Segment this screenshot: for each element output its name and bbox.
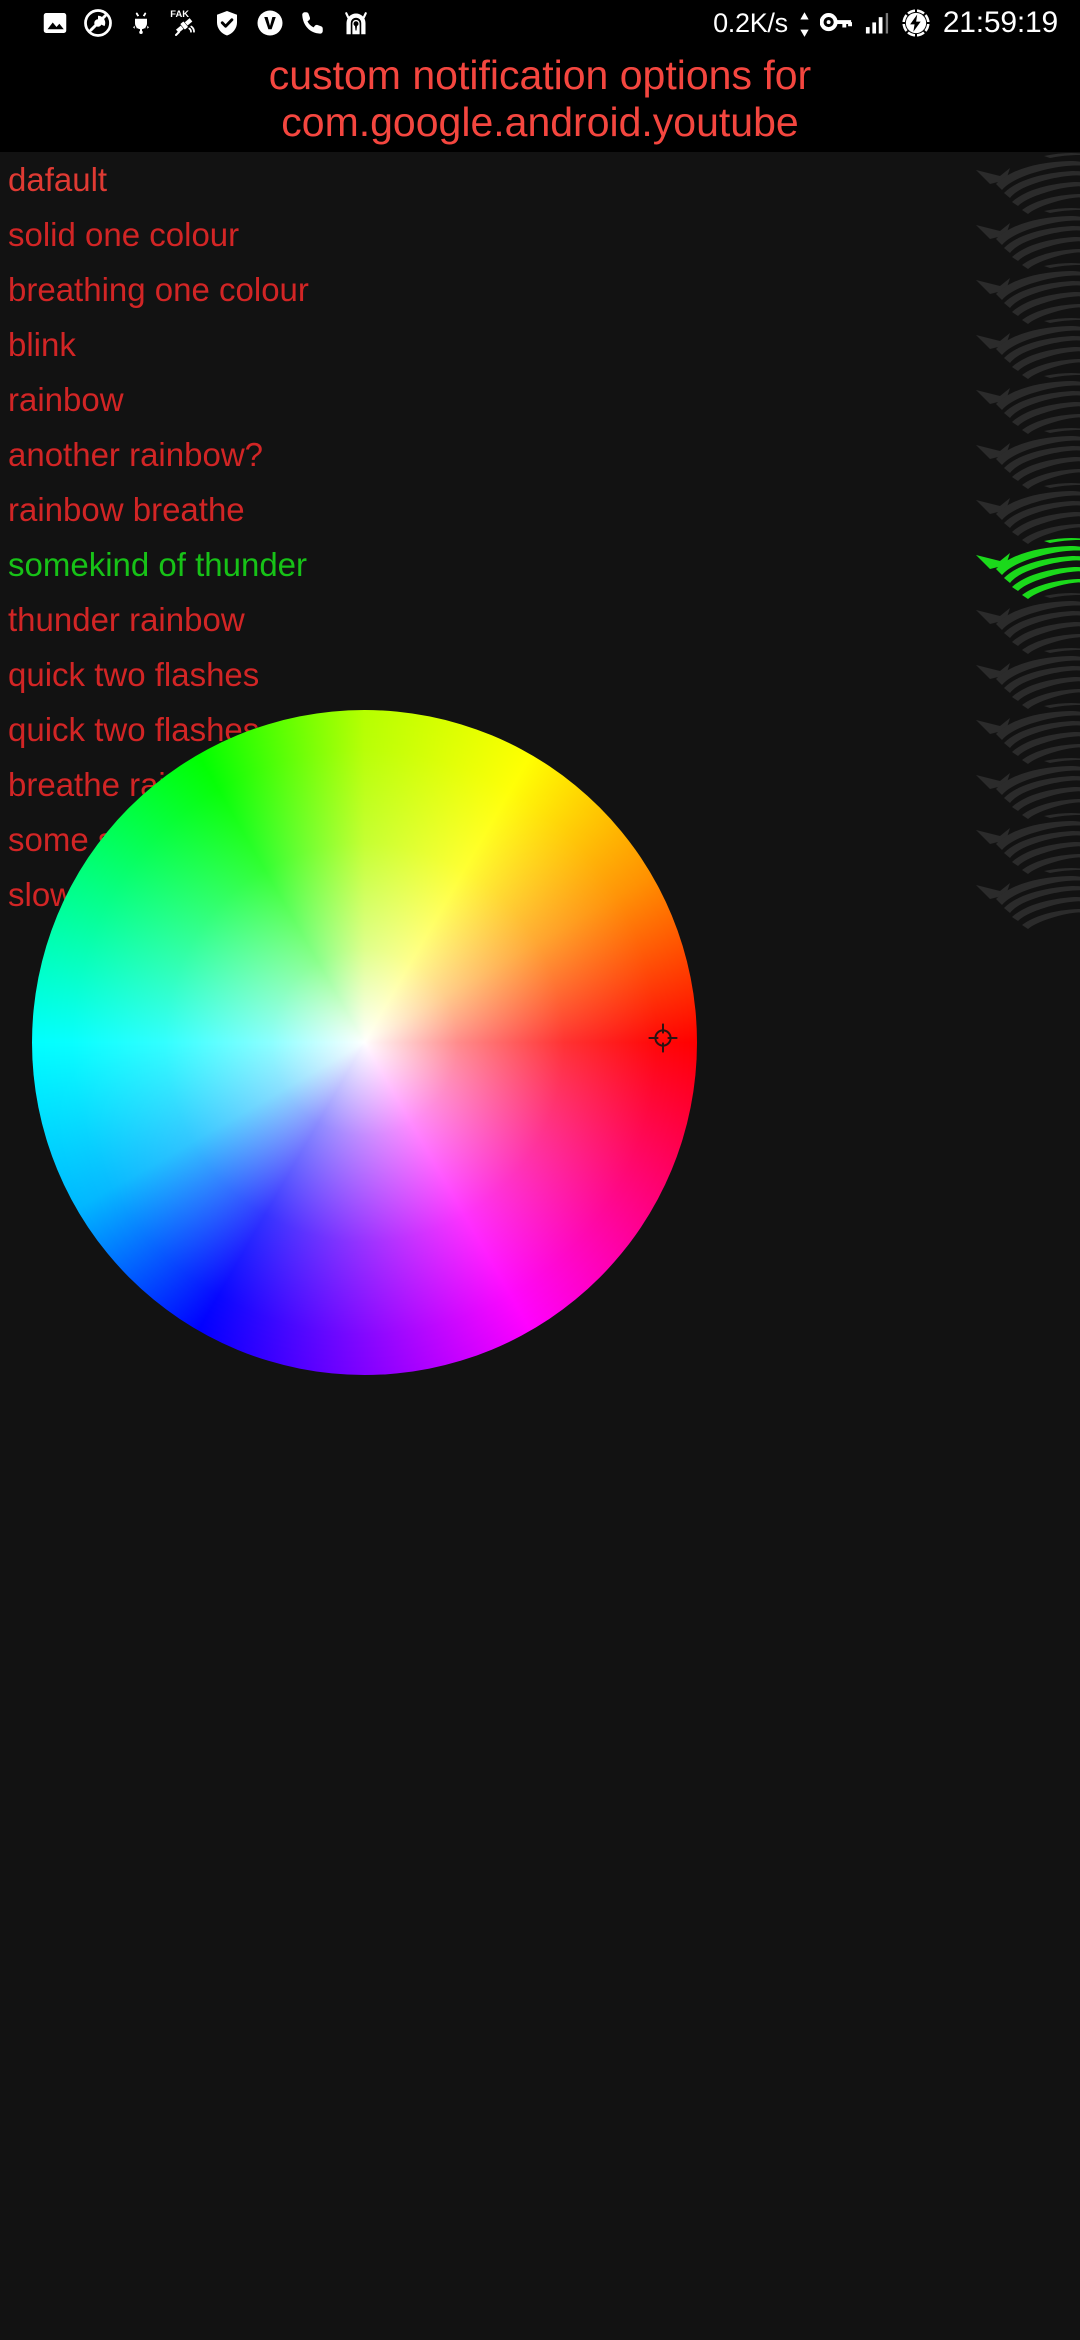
page-title-line-1: custom notification options for [268, 52, 812, 98]
rog-eye-logo [966, 250, 1080, 332]
option-item[interactable]: rainbow [0, 372, 900, 427]
color-picker-crosshair[interactable] [646, 1021, 680, 1055]
status-bar: FAK 0.2K/s 21:59:19 [0, 0, 1080, 46]
photo-icon [40, 8, 70, 38]
rog-eye-logo [966, 415, 1080, 497]
color-picker-area [0, 710, 1080, 1410]
option-item[interactable]: somekind of thunder [0, 537, 900, 592]
rog-eye-logo [966, 635, 1080, 717]
content-area: dafault solid one colour breathing one col… [0, 152, 1080, 2340]
vpn-key-icon [819, 9, 854, 37]
rog-eye-logo [966, 195, 1080, 277]
rog-eye-logo [966, 305, 1080, 387]
phone-handset-icon [298, 8, 328, 38]
svg-text:FAK: FAK [170, 9, 189, 19]
clock-text: 21:59:19 [942, 6, 1058, 39]
battery-charging-icon [900, 7, 932, 39]
option-item[interactable]: quick two flashes [0, 647, 900, 702]
status-bar-left-icons: FAK [40, 8, 371, 38]
status-bar-right-group: 0.2K/s 21:59:19 [713, 7, 1058, 39]
option-item[interactable]: blink [0, 317, 900, 372]
option-item[interactable]: solid one colour [0, 207, 900, 262]
shield-check-icon [212, 8, 242, 38]
fake-gps-icon: FAK [169, 8, 199, 38]
rog-eye-logo [966, 525, 1080, 607]
hsv-color-wheel[interactable] [32, 710, 697, 1375]
rog-eye-logo [966, 470, 1080, 552]
option-item[interactable]: breathing one colour [0, 262, 900, 317]
rog-eye-logo [966, 580, 1080, 662]
option-item[interactable]: thunder rainbow [0, 592, 900, 647]
rog-eye-logo [966, 152, 1080, 222]
keyhole-arch-icon [341, 8, 371, 38]
page-title-line-2: com.google.android.youtube [281, 99, 799, 145]
v-circle-icon [255, 8, 285, 38]
page-title: custom notification options for com.goog… [0, 46, 1080, 152]
network-speed-text: 0.2K/s [713, 7, 788, 38]
up-down-arrows-icon [798, 9, 811, 37]
signal-bars-icon [863, 9, 891, 37]
option-item[interactable]: another rainbow? [0, 427, 900, 482]
do-not-disturb-icon [83, 8, 113, 38]
android-usb-icon [126, 8, 156, 38]
option-item[interactable]: dafault [0, 152, 900, 207]
rog-eye-logo [966, 360, 1080, 442]
option-item[interactable]: rainbow breathe [0, 482, 900, 537]
